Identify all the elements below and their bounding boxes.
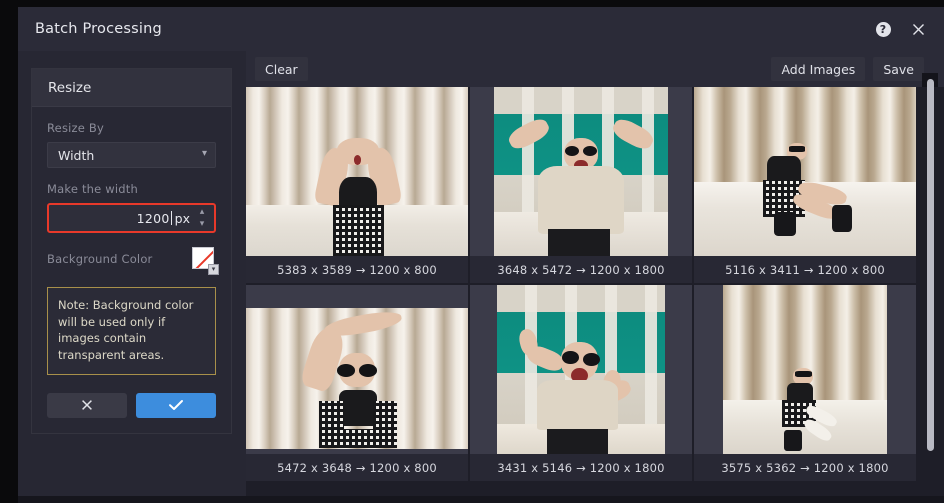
thumbnail-image[interactable]: [694, 285, 916, 454]
thumbnail-item[interactable]: 5116 x 3411 → 1200 x 800: [694, 87, 916, 283]
thumbnail-caption: 3431 x 5146 → 1200 x 1800: [470, 454, 692, 481]
thumbnail-grid-scroll[interactable]: 5383 x 3589 → 1200 x 800 3648 x 5472 → 1…: [246, 87, 944, 496]
background-color-note: Note: Background color will be used only…: [47, 287, 216, 375]
width-input-value: 1200: [136, 210, 170, 226]
width-input[interactable]: 1200 px ▴ ▾: [47, 203, 216, 233]
help-circle-icon: ?: [875, 21, 891, 37]
make-the-width-label: Make the width: [47, 182, 138, 196]
thumbnail-item[interactable]: 3575 x 5362 → 1200 x 1800: [694, 285, 916, 481]
screen: Batch Processing ? Resize Resize By Widt…: [0, 0, 944, 503]
thumbnail-item[interactable]: 5383 x 3589 → 1200 x 800: [246, 87, 468, 283]
save-button[interactable]: Save: [873, 57, 924, 81]
chevron-down-icon[interactable]: ▾: [208, 264, 219, 275]
thumbnail-caption: 5472 x 3648 → 1200 x 800: [246, 454, 468, 481]
close-icon: [912, 23, 924, 35]
thumbnail-caption: 5116 x 3411 → 1200 x 800: [694, 256, 916, 283]
thumbnail-item[interactable]: 3648 x 5472 → 1200 x 1800: [470, 87, 692, 283]
thumbnail-image[interactable]: [470, 87, 692, 256]
thumbnail-image[interactable]: [694, 87, 916, 256]
resize-by-select[interactable]: Width ▾: [47, 142, 216, 168]
dialog-title: Batch Processing: [35, 21, 162, 37]
thumbnail-image[interactable]: [470, 285, 692, 454]
background-color-row: Background Color ▾: [47, 247, 219, 275]
add-images-button[interactable]: Add Images: [771, 57, 866, 81]
background-color-label: Background Color: [47, 252, 153, 266]
resize-panel-title: Resize: [32, 69, 231, 107]
toolbar: Clear Add Images Save: [246, 51, 944, 87]
vertical-scrollbar[interactable]: [927, 79, 934, 493]
close-button[interactable]: [908, 19, 928, 39]
scrollbar-thumb[interactable]: [927, 79, 934, 451]
dialog-titlebar: Batch Processing ?: [18, 7, 944, 51]
chevron-up-icon[interactable]: ▴: [200, 207, 205, 216]
chevron-down-icon: ▾: [201, 148, 207, 159]
resize-panel: Resize Resize By Width ▾ Make the width …: [31, 68, 232, 434]
clear-button[interactable]: Clear: [255, 57, 308, 81]
titlebar-actions: ?: [873, 19, 928, 39]
width-input-inner: 1200 px: [57, 205, 190, 231]
chevron-down-icon[interactable]: ▾: [200, 219, 205, 228]
panel-actions: [47, 392, 216, 418]
thumbnail-image[interactable]: [246, 87, 468, 256]
cancel-button[interactable]: [47, 392, 127, 418]
thumbnail-image[interactable]: [246, 285, 468, 454]
resize-by-label: Resize By: [47, 121, 104, 135]
batch-processing-dialog: Batch Processing ? Resize Resize By Widt…: [18, 7, 944, 496]
thumbnail-caption: 3575 x 5362 → 1200 x 1800: [694, 454, 916, 481]
thumbnail-item[interactable]: 5472 x 3648 → 1200 x 800: [246, 285, 468, 481]
thumbnail-caption: 5383 x 3589 → 1200 x 800: [246, 256, 468, 283]
thumbnail-item[interactable]: 3431 x 5146 → 1200 x 1800: [470, 285, 692, 481]
resize-by-value: Width: [58, 147, 95, 163]
main-area: Clear Add Images Save 5383 x 3589 → 1200…: [246, 51, 944, 496]
sidebar: Resize Resize By Width ▾ Make the width …: [18, 51, 246, 496]
resize-panel-body: Resize By Width ▾ Make the width 1200 px: [32, 107, 231, 433]
help-button[interactable]: ?: [873, 19, 893, 39]
thumbnail-caption: 3648 x 5472 → 1200 x 1800: [470, 256, 692, 283]
background-color-control[interactable]: ▾: [192, 247, 219, 275]
close-icon: [82, 400, 92, 411]
width-stepper[interactable]: ▴ ▾: [194, 205, 210, 231]
confirm-button[interactable]: [136, 392, 216, 418]
thumbnail-grid: 5383 x 3589 → 1200 x 800 3648 x 5472 → 1…: [246, 87, 916, 481]
text-caret: [170, 211, 172, 225]
window-bottom-edge: [18, 496, 944, 503]
check-icon: [169, 400, 183, 411]
dialog-body: Resize Resize By Width ▾ Make the width …: [18, 51, 944, 496]
width-input-unit: px: [174, 210, 190, 226]
